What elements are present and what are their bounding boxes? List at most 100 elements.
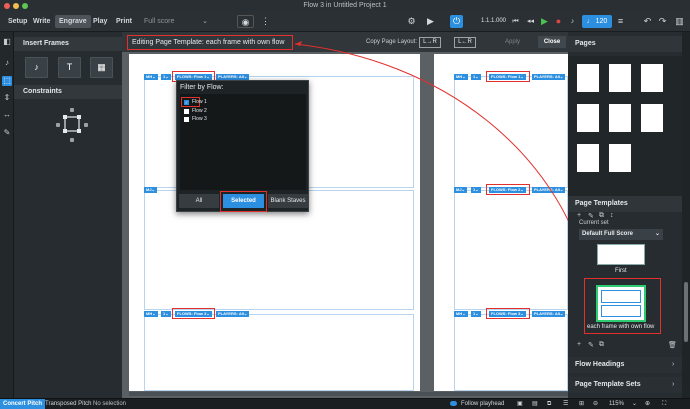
frame-number-tag[interactable]: 1⌄	[161, 74, 171, 80]
copy-left-to-right-button[interactable]: L→R	[419, 37, 441, 48]
frame-chain-tag[interactable]: MH⌄	[454, 311, 468, 317]
right-panel-scrollbar[interactable]	[682, 32, 690, 398]
template-add-icon[interactable]: +	[577, 341, 581, 348]
record-icon[interactable]: ●	[552, 15, 565, 28]
pages-add-icon[interactable]: +	[577, 212, 581, 219]
page-thumbnail[interactable]	[641, 104, 663, 132]
page-thumbnail[interactable]	[577, 104, 599, 132]
insert-graphics-frame-button[interactable]: ▦	[90, 57, 113, 78]
filter-selected-button[interactable]: Selected	[223, 194, 264, 208]
template-delete-icon[interactable]: 🗑	[668, 341, 677, 349]
close-window-button[interactable]	[4, 3, 10, 9]
fit-page-icon[interactable]: ⛶	[659, 399, 669, 409]
mode-play[interactable]: Play	[89, 15, 111, 28]
frame-number-tag[interactable]: 1⌄	[471, 311, 481, 317]
music-frame-r2[interactable]	[454, 190, 568, 310]
pages-list[interactable]	[568, 56, 682, 206]
more-icon[interactable]: ⋮	[259, 15, 272, 28]
rewind-icon[interactable]: ⏮	[509, 15, 522, 28]
template-first-thumbnail[interactable]	[597, 244, 645, 265]
mixer-icon[interactable]: ⚙	[405, 15, 418, 28]
frame-chain-tag[interactable]: MJ⌄	[454, 187, 467, 193]
zoom-window-button[interactable]	[22, 3, 28, 9]
page-right[interactable]: MH⌄ 1⌄ FLOWS: Flow 1⌄ PLAYERS: All⌄ MJ⌄ …	[434, 54, 568, 391]
page-thumbnail[interactable]	[609, 144, 631, 172]
page-thumbnail[interactable]	[641, 64, 663, 92]
transposed-pitch-button[interactable]: Transposed Pitch	[42, 399, 94, 409]
undo-icon[interactable]: ↶	[641, 15, 654, 28]
panels-icon[interactable]: ▥	[673, 15, 686, 28]
redo-icon[interactable]: ↷	[656, 15, 669, 28]
checkbox-checked-icon[interactable]: ✓	[184, 100, 189, 105]
eye-icon[interactable]: ◉	[237, 15, 254, 28]
zoom-dropdown-icon[interactable]: ⌄	[629, 399, 640, 409]
page-thumbnail[interactable]	[577, 64, 599, 92]
filter-all-button[interactable]: All	[179, 194, 219, 208]
frame-number-tag[interactable]: 1⌄	[471, 74, 481, 80]
frame-chain-tag[interactable]: MH⌄	[144, 74, 158, 80]
music-frame-r1[interactable]	[454, 76, 568, 188]
view-galley-icon[interactable]: ▣	[514, 399, 526, 409]
insert-music-frame-button[interactable]: ♪	[25, 57, 48, 78]
template-selected-thumbnail[interactable]	[596, 285, 646, 322]
insert-text-frame-button[interactable]: T	[58, 57, 81, 78]
tempo-display[interactable]: ♩ 120	[582, 15, 612, 28]
layout-select[interactable]: Full score ⌄	[140, 15, 210, 28]
constraints-diagram[interactable]	[54, 106, 90, 146]
mixer-sliders-icon[interactable]: ≡	[614, 15, 627, 28]
play-icon[interactable]: ▶	[538, 15, 551, 28]
pages-copy-icon[interactable]: ⧉	[599, 212, 604, 220]
spacing-icon[interactable]: ↔	[2, 110, 12, 120]
close-button[interactable]: Close	[538, 36, 566, 48]
back-icon[interactable]: ◂◂	[524, 15, 537, 28]
frame-chain-tag[interactable]: MH⌄	[144, 311, 158, 317]
mode-setup[interactable]: Setup	[4, 15, 31, 28]
panel-toggle-icon[interactable]: ◧	[2, 37, 12, 47]
power-icon[interactable]: ⏻	[450, 15, 463, 28]
players-tag-r1[interactable]: PLAYERS: All⌄	[532, 74, 566, 80]
metronome-icon[interactable]: ♪	[566, 15, 579, 28]
players-tag-r2[interactable]: PLAYERS: All⌄	[532, 187, 566, 193]
current-set-select[interactable]: Default Full Score ⌄	[579, 229, 663, 240]
scrollbar-thumb[interactable]	[684, 282, 688, 342]
zoom-in-icon[interactable]: ⊕	[642, 399, 653, 409]
template-edit-icon[interactable]: ✎	[588, 341, 594, 349]
mode-engrave[interactable]: Engrave	[55, 15, 91, 28]
page-thumbnail[interactable]	[609, 104, 631, 132]
frame-chain-tag[interactable]: MH⌄	[454, 74, 468, 80]
video-icon[interactable]: ▶	[424, 15, 437, 28]
checkbox-icon[interactable]	[184, 117, 189, 122]
page-thumbnail[interactable]	[609, 64, 631, 92]
graphic-edit-icon[interactable]: ✎	[2, 128, 12, 138]
view-grid-icon[interactable]: ⊞	[576, 399, 587, 409]
minimize-window-button[interactable]	[13, 3, 19, 9]
checkbox-icon[interactable]	[184, 109, 189, 114]
frame-number-tag[interactable]: 1⌄	[161, 311, 171, 317]
filter-blank-staves-button[interactable]: Blank Staves	[268, 194, 308, 208]
frames-tool-icon[interactable]: ⬚	[2, 76, 12, 86]
page-thumbnail[interactable]	[577, 144, 599, 172]
view-list-icon[interactable]: ☰	[560, 399, 571, 409]
view-spread-icon[interactable]: ⧉	[544, 399, 554, 409]
horizontal-scrollbar[interactable]	[129, 392, 568, 396]
music-frame-3[interactable]	[144, 314, 414, 391]
template-copy-icon[interactable]: ⧉	[599, 341, 604, 349]
follow-playhead-toggle[interactable]: Follow playhead	[450, 399, 507, 409]
players-tag-r3[interactable]: PLAYERS: All⌄	[532, 311, 566, 317]
score-canvas[interactable]: Editing Page Template: each frame with o…	[122, 32, 568, 398]
zoom-out-icon[interactable]: ⊖	[590, 399, 601, 409]
copy-right-to-left-button[interactable]: L←R	[454, 37, 476, 48]
music-frame-r3[interactable]	[454, 314, 568, 391]
chevron-right-icon[interactable]: ›	[672, 361, 674, 368]
players-tag-3[interactable]: PLAYERS: All⌄	[216, 311, 250, 317]
music-frame-icon[interactable]: ♪	[2, 58, 12, 68]
mode-print[interactable]: Print	[112, 15, 136, 28]
concert-pitch-button[interactable]: Concert Pitch	[0, 399, 46, 409]
chevron-right-icon[interactable]: ›	[672, 381, 674, 388]
view-page-icon[interactable]: ▤	[529, 399, 541, 409]
frame-number-tag[interactable]: 1⌄	[471, 187, 481, 193]
frame-chain-tag[interactable]: MJ⌄	[144, 187, 157, 193]
zoom-level[interactable]: 115%	[606, 399, 627, 409]
flow-headings-heading[interactable]: Flow Headings	[568, 357, 682, 373]
apply-button[interactable]: Apply	[505, 39, 520, 45]
